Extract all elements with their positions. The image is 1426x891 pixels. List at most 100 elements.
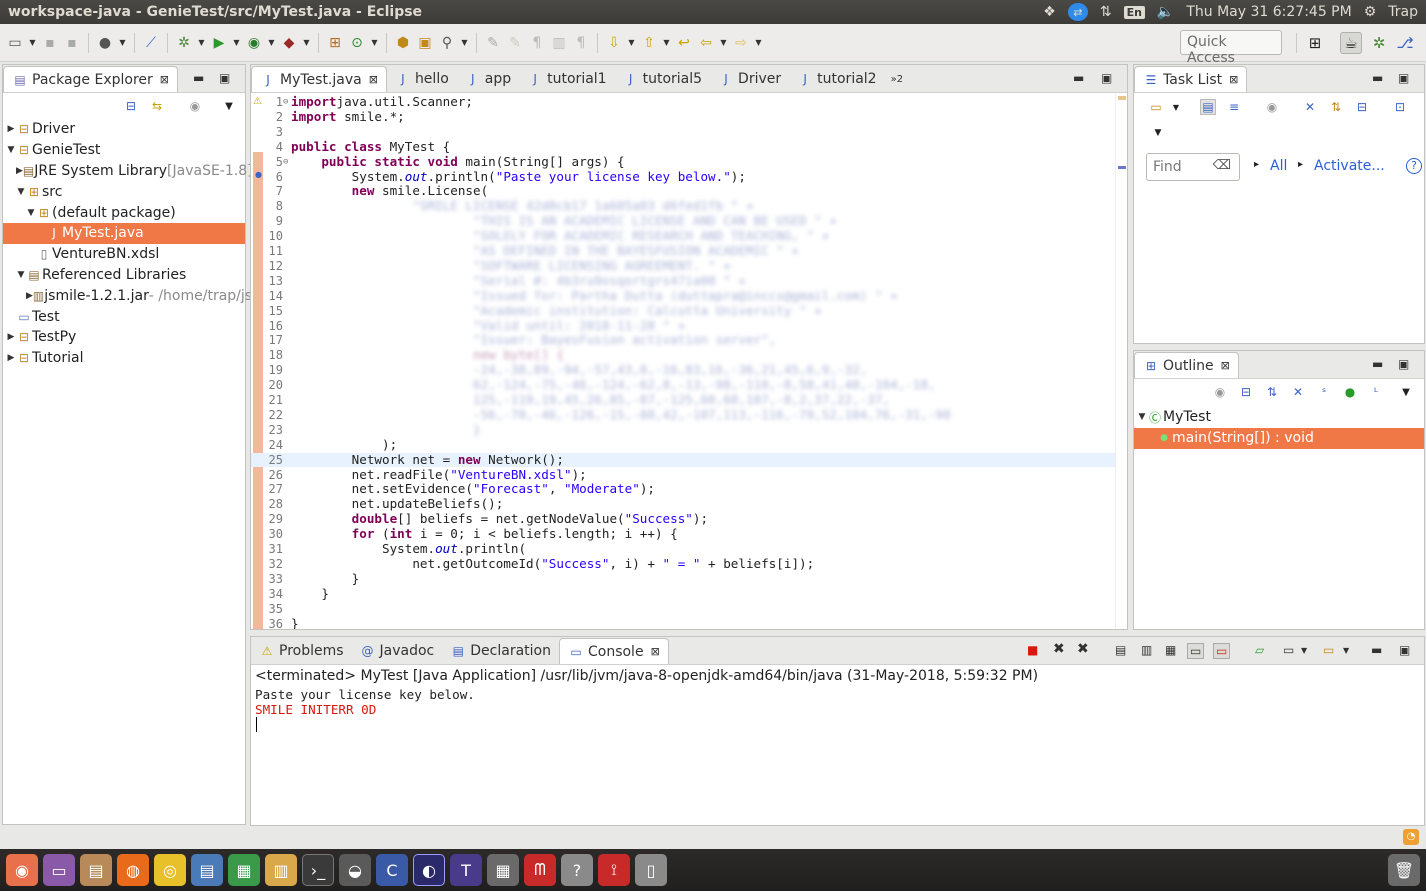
chevron-down-icon[interactable]: ▼: [16, 187, 26, 197]
pin-console-icon[interactable]: ▱: [1255, 643, 1264, 657]
clear-icon[interactable]: ⌫: [1213, 158, 1231, 173]
code-editor[interactable]: ⚠ ● 1 ⊖ importjava.util.Scanner; 2 import sm…: [251, 94, 1115, 629]
close-icon[interactable]: ⊠: [1221, 359, 1230, 372]
pdf-reader-icon[interactable]: ⟟: [598, 854, 630, 886]
app-c-icon[interactable]: C: [376, 854, 408, 886]
ruler-warning-mark[interactable]: [1118, 96, 1126, 100]
chevron-down-icon[interactable]: ▼: [267, 34, 276, 52]
overview-ruler[interactable]: [1115, 94, 1127, 629]
tree-item[interactable]: J MyTest.java: [3, 222, 245, 244]
tab-editor-file[interactable]: Jtutorial1: [519, 66, 614, 92]
open-task-icon[interactable]: ▣: [416, 34, 434, 52]
open-perspective-icon[interactable]: ⊞: [1304, 32, 1326, 54]
collapse-all-icon[interactable]: ⊟: [1238, 384, 1254, 400]
chevron-down-icon[interactable]: ▼: [16, 270, 26, 280]
code-line[interactable]: 23 }: [251, 422, 1115, 438]
outline-class-node[interactable]: ▼ Ⓒ MyTest: [1134, 407, 1424, 428]
run-icon[interactable]: ▶: [210, 34, 228, 52]
show-stdout-icon[interactable]: ▭: [1187, 643, 1205, 659]
sync-icon[interactable]: ⇅: [1328, 99, 1344, 115]
highlight-icon[interactable]: ✎: [506, 34, 524, 52]
tree-item[interactable]: ▼ ⊞ (default package): [3, 202, 245, 223]
external-tools-icon[interactable]: ◆: [280, 34, 298, 52]
open-type-icon[interactable]: ⬢: [394, 34, 412, 52]
view-menu-icon[interactable]: ▼: [1150, 125, 1166, 141]
terminate-icon[interactable]: ■: [1027, 643, 1038, 657]
writer-icon[interactable]: ▤: [191, 854, 223, 886]
tab-editor-file[interactable]: J MyTest.java ⊠: [251, 66, 387, 92]
code-line[interactable]: 8 "SMILE LICENSE 42d0cb17 1a605a03 d6fed…: [251, 198, 1115, 214]
repositories-icon[interactable]: ⊡: [1392, 99, 1408, 115]
network-icon[interactable]: ⇅: [1100, 4, 1112, 20]
chevron-down-icon[interactable]: ▼: [754, 34, 763, 52]
maximize-icon[interactable]: ▣: [219, 71, 230, 85]
code-line[interactable]: 18 new byte[] {: [251, 347, 1115, 363]
focus-icon[interactable]: ◉: [1264, 99, 1280, 115]
tree-item[interactable]: ▶ ⊟ Driver: [3, 119, 245, 140]
code-line[interactable]: 1 ⊖ importjava.util.Scanner;: [251, 94, 1115, 110]
tab-editor-file[interactable]: Jtutorial2: [789, 66, 884, 92]
code-line[interactable]: 5 ⊖ public static void main(String[] args…: [251, 154, 1115, 170]
tab-editor-file[interactable]: J Driver: [710, 66, 789, 92]
chevron-down-icon[interactable]: ▼: [460, 34, 469, 52]
code-line[interactable]: 24 );: [251, 437, 1115, 453]
chevron-down-icon[interactable]: ▼: [1137, 412, 1147, 422]
ubuntu-dash-icon[interactable]: ◉: [6, 854, 38, 886]
scheduled-icon[interactable]: ≡: [1226, 99, 1242, 115]
minimize-icon[interactable]: ▬: [193, 71, 204, 85]
search-icon[interactable]: ⚲: [438, 34, 456, 52]
new-icon[interactable]: ▭: [6, 34, 24, 52]
fold-toggle-icon[interactable]: ⊖: [283, 95, 291, 110]
code-line[interactable]: 6 System.out.println("Paste your license…: [251, 169, 1115, 185]
link-editor-icon[interactable]: ⇆: [149, 98, 165, 114]
clock[interactable]: Thu May 31 6:27:45 PM: [1186, 4, 1351, 20]
code-line[interactable]: 22 -56,-70,-46,-126,-15,-88,42,-107,113,…: [251, 407, 1115, 423]
show-stderr-icon[interactable]: ▭: [1213, 643, 1231, 659]
chevron-down-icon[interactable]: ▼: [1301, 646, 1307, 655]
volume-icon[interactable]: 🔈: [1157, 4, 1174, 20]
close-icon[interactable]: ⊠: [1229, 73, 1238, 86]
sort-icon[interactable]: ⇅: [1264, 384, 1280, 400]
view-menu-icon[interactable]: ▼: [1398, 384, 1414, 400]
code-line[interactable]: 31 System.out.println(: [251, 541, 1115, 557]
impress-icon[interactable]: ▥: [265, 854, 297, 886]
forward-icon[interactable]: ⇨: [732, 34, 750, 52]
chevron-down-icon[interactable]: ▼: [302, 34, 311, 52]
tree-item[interactable]: ▼ ⊞ src: [3, 181, 245, 202]
help-app-icon[interactable]: ?: [561, 854, 593, 886]
block-select-icon[interactable]: ▥: [550, 34, 568, 52]
chevron-down-icon[interactable]: ▼: [232, 34, 241, 52]
scroll-lock-icon[interactable]: ▥: [1141, 643, 1152, 657]
code-line[interactable]: 20 62,-124,-75,-46,-124,-62,8,-13,-98,-1…: [251, 377, 1115, 393]
code-line[interactable]: 4 public class MyTest {: [251, 139, 1115, 155]
debug-perspective-icon[interactable]: ✲: [1368, 32, 1390, 54]
new-java-project-icon[interactable]: ⊞: [326, 34, 344, 52]
display-console-icon[interactable]: ▭: [1283, 643, 1294, 657]
collapse-all-icon[interactable]: ⊟: [123, 98, 139, 114]
help-icon[interactable]: ?: [1406, 158, 1422, 174]
chevron-right-icon[interactable]: ▶: [6, 353, 16, 363]
code-line[interactable]: 21 125,-119,19,45,26,85,-87,-125,60,60,1…: [251, 392, 1115, 408]
chevron-down-icon[interactable]: ▼: [26, 208, 36, 218]
next-annotation-icon[interactable]: ⇩: [605, 34, 623, 52]
ruler-occurrence-mark[interactable]: [1118, 166, 1126, 169]
clear-console-icon[interactable]: ▤: [1115, 643, 1126, 657]
maximize-icon[interactable]: ▣: [1399, 643, 1410, 657]
code-line[interactable]: 28 net.updateBeliefs();: [251, 496, 1115, 512]
tab-task-list[interactable]: ☰ Task List ⊠: [1134, 66, 1248, 92]
files-icon[interactable]: ▭: [43, 854, 75, 886]
close-icon[interactable]: ⊠: [651, 645, 660, 658]
code-line[interactable]: 33 }: [251, 571, 1115, 587]
chevron-down-icon[interactable]: ▼: [28, 34, 37, 52]
new-class-icon[interactable]: ⊙: [348, 34, 366, 52]
save-all-icon[interactable]: ▪: [63, 34, 81, 52]
chevron-down-icon[interactable]: ▼: [627, 34, 636, 52]
collapse-all-icon[interactable]: ⊟: [1354, 99, 1370, 115]
tree-item[interactable]: ▼ ⊟ GenieTest: [3, 140, 245, 161]
mendeley-icon[interactable]: ᗰ: [524, 854, 556, 886]
coverage-icon[interactable]: ◉: [245, 34, 263, 52]
hide-completed-icon[interactable]: ✕: [1302, 99, 1318, 115]
tree-item[interactable]: ▶ ⊟ Tutorial: [3, 348, 245, 369]
maximize-icon[interactable]: ▣: [1398, 71, 1409, 85]
code-line[interactable]: 3: [251, 125, 1115, 140]
